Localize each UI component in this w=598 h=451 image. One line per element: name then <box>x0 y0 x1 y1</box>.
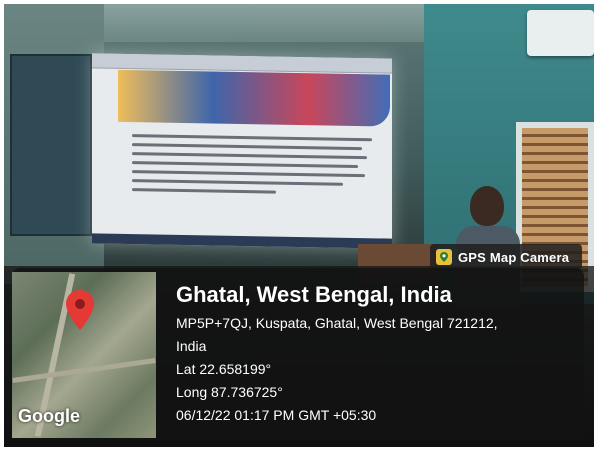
map-thumbnail: Google <box>12 272 156 438</box>
slide-body-text <box>132 134 372 218</box>
address-line-2: India <box>176 338 207 354</box>
app-badge: GPS Map Camera <box>430 244 582 270</box>
location-title: Ghatal, West Bengal, India <box>176 282 452 307</box>
projected-slide <box>92 53 392 249</box>
google-logo-text: Google <box>18 406 80 426</box>
timestamp: 06/12/22 01:17 PM GMT +05:30 <box>176 407 377 423</box>
badge-label: GPS Map Camera <box>458 249 570 265</box>
notice-board <box>10 54 92 236</box>
location-info: Ghatal, West Bengal, India MP5P+7QJ, Kus… <box>176 282 498 427</box>
map-pin-icon <box>436 249 452 265</box>
map-pin-icon <box>66 290 94 330</box>
slide-banner-graphic <box>118 69 390 127</box>
longitude: Long 87.736725° <box>176 384 283 400</box>
latitude: Lat 22.658199° <box>176 361 272 377</box>
address-line-1: MP5P+7QJ, Kuspata, Ghatal, West Bengal 7… <box>176 315 498 331</box>
air-conditioner <box>527 10 594 56</box>
taskbar <box>92 233 392 249</box>
